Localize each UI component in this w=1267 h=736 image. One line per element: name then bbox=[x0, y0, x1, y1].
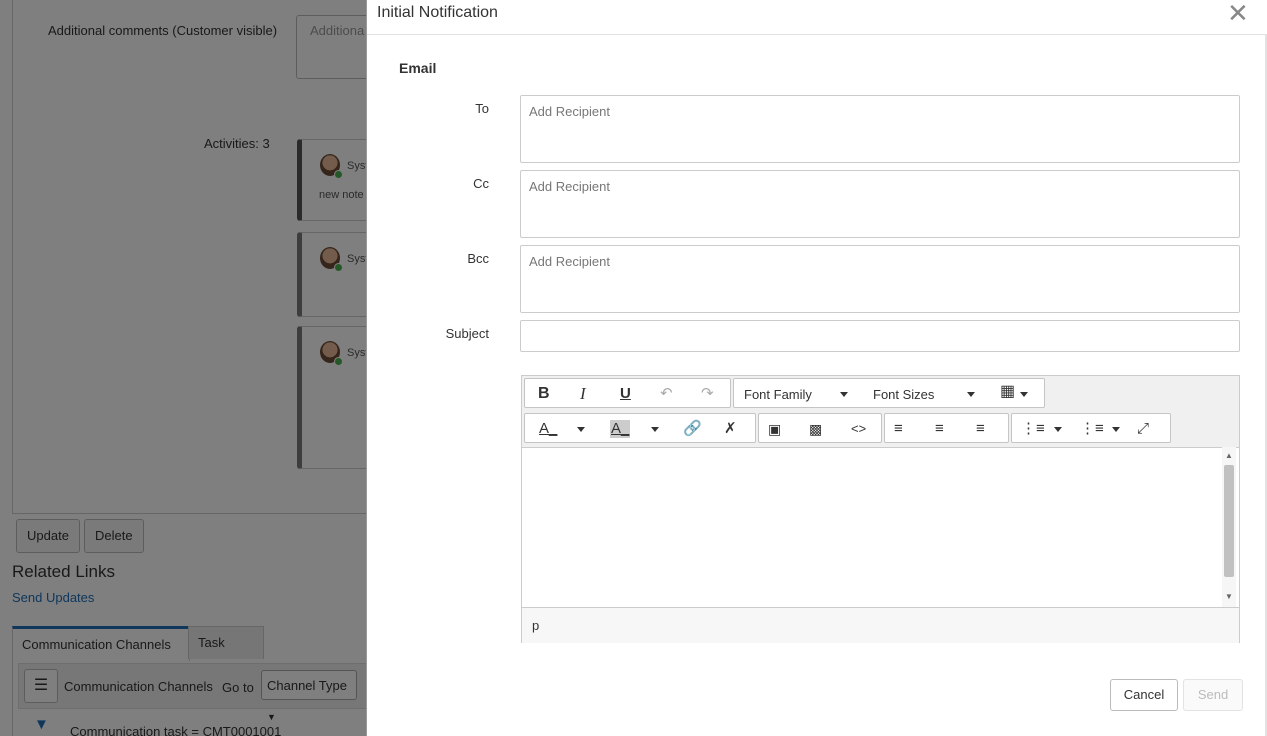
font-group: Font Family Font Sizes ▦ bbox=[733, 378, 1045, 408]
chevron-down-icon[interactable] bbox=[840, 392, 848, 397]
font-family-dropdown[interactable]: Font Family bbox=[744, 387, 812, 402]
subject-input[interactable] bbox=[520, 320, 1240, 352]
italic-icon[interactable]: I bbox=[580, 385, 586, 403]
color-link-group: A_ A_ 🔗 ✗ bbox=[524, 413, 756, 443]
numbered-list-icon[interactable]: ⋮≡ bbox=[1080, 420, 1104, 438]
format-group: B I U ↶ ↷ bbox=[524, 378, 731, 408]
dialog-title: Initial Notification bbox=[377, 4, 498, 21]
dialog-header: Initial Notification ✕ bbox=[367, 0, 1267, 35]
cancel-button[interactable]: Cancel bbox=[1110, 679, 1178, 711]
bcc-label: Bcc bbox=[467, 251, 489, 266]
bcc-placeholder: Add Recipient bbox=[529, 254, 610, 269]
chevron-down-icon[interactable] bbox=[577, 427, 585, 432]
to-placeholder: Add Recipient bbox=[529, 104, 610, 119]
list-group: ⋮≡ ⋮≡ ⤢ bbox=[1011, 413, 1171, 443]
background-color-icon[interactable]: A_ bbox=[610, 420, 631, 438]
editor-content-area[interactable]: ▲ ▼ bbox=[522, 447, 1239, 607]
editor-statusbar: p bbox=[522, 607, 1239, 643]
to-label: To bbox=[475, 101, 489, 116]
to-field[interactable]: Add Recipient bbox=[520, 95, 1240, 163]
chevron-down-icon[interactable] bbox=[1020, 392, 1028, 397]
fullscreen-icon[interactable]: ⤢ bbox=[1137, 420, 1149, 438]
chevron-down-icon[interactable] bbox=[1054, 427, 1062, 432]
table-icon[interactable]: ▦ bbox=[1000, 383, 1015, 401]
align-left-icon[interactable]: ≡ bbox=[894, 420, 903, 438]
text-color-icon[interactable]: A_ bbox=[539, 420, 557, 438]
subject-label: Subject bbox=[445, 326, 489, 341]
link-icon[interactable]: 🔗 bbox=[683, 420, 702, 438]
cc-field[interactable]: Add Recipient bbox=[520, 170, 1240, 238]
align-right-icon[interactable]: ≡ bbox=[976, 420, 985, 438]
image-icon[interactable]: ▣ bbox=[768, 420, 781, 438]
underline-icon[interactable]: U bbox=[620, 385, 631, 403]
scroll-thumb[interactable] bbox=[1224, 465, 1234, 577]
email-section-title: Email bbox=[399, 60, 437, 76]
editor-toolbar: B I U ↶ ↷ Font Family Font Sizes ▦ A_ A_… bbox=[522, 376, 1239, 448]
video-icon[interactable]: ▩ bbox=[809, 420, 822, 438]
send-button[interactable]: Send bbox=[1183, 679, 1243, 711]
align-group: ≡ ≡ ≡ bbox=[884, 413, 1009, 443]
editor-scrollbar[interactable]: ▲ ▼ bbox=[1222, 447, 1236, 607]
cc-label: Cc bbox=[473, 176, 489, 191]
code-icon[interactable]: <> bbox=[851, 420, 866, 438]
chevron-down-icon[interactable] bbox=[651, 427, 659, 432]
redo-icon[interactable]: ↷ bbox=[701, 385, 714, 403]
unlink-icon[interactable]: ✗ bbox=[724, 420, 737, 438]
close-icon[interactable]: ✕ bbox=[1227, 0, 1249, 26]
media-group: ▣ ▩ <> bbox=[758, 413, 882, 443]
align-center-icon[interactable]: ≡ bbox=[935, 420, 944, 438]
chevron-down-icon[interactable] bbox=[1112, 427, 1120, 432]
scroll-up-icon[interactable]: ▲ bbox=[1225, 451, 1233, 460]
bold-icon[interactable]: B bbox=[538, 385, 550, 403]
bullet-list-icon[interactable]: ⋮≡ bbox=[1021, 420, 1045, 438]
cc-placeholder: Add Recipient bbox=[529, 179, 610, 194]
chevron-down-icon[interactable] bbox=[967, 392, 975, 397]
body-editor: B I U ↶ ↷ Font Family Font Sizes ▦ A_ A_… bbox=[521, 375, 1240, 643]
bcc-field[interactable]: Add Recipient bbox=[520, 245, 1240, 313]
element-path[interactable]: p bbox=[532, 618, 539, 633]
initial-notification-dialog: Initial Notification ✕ Email To Add Reci… bbox=[366, 0, 1267, 736]
font-family-label: Font Family bbox=[744, 387, 812, 402]
font-sizes-dropdown[interactable]: Font Sizes bbox=[873, 387, 934, 402]
undo-icon[interactable]: ↶ bbox=[660, 385, 673, 403]
font-sizes-label: Font Sizes bbox=[873, 387, 935, 402]
scroll-down-icon[interactable]: ▼ bbox=[1225, 592, 1233, 601]
modal-backdrop[interactable] bbox=[0, 0, 366, 736]
